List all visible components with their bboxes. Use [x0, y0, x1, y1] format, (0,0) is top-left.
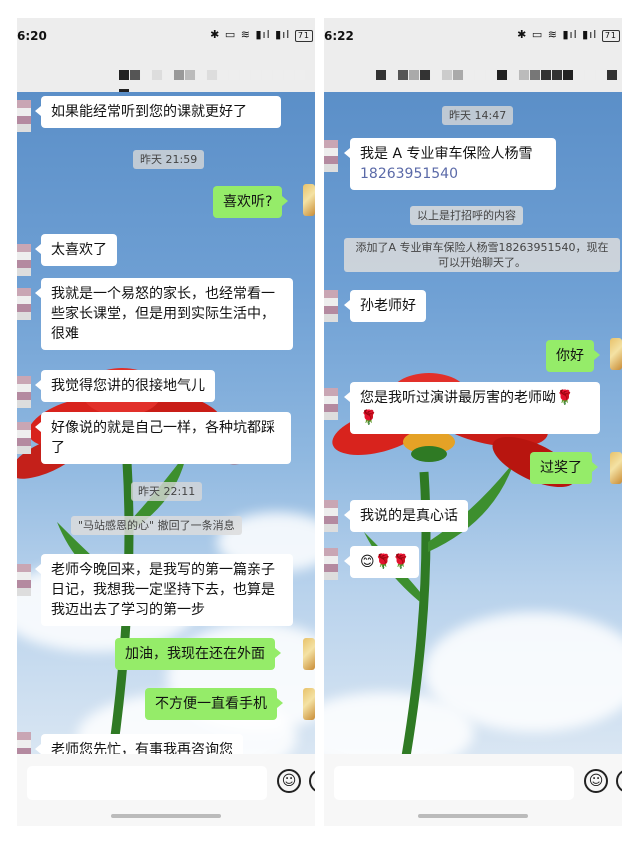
my-avatar[interactable] — [303, 638, 315, 670]
message-input[interactable] — [334, 766, 574, 800]
contact-avatar[interactable] — [17, 732, 31, 754]
message-bubble-outgoing[interactable]: 你好 — [546, 340, 600, 372]
status-icons: ✱ ▭ ≋ ▮ıl ▮ıl 71 — [210, 28, 313, 42]
message-bubble-incoming[interactable]: 孙老师好 — [344, 290, 426, 322]
contact-avatar[interactable] — [324, 548, 338, 580]
contact-avatar[interactable] — [17, 244, 31, 276]
chat-screen-right: 6:22 ✱ ▭ ≋ ▮ıl ▮ıl 71 昨天 14:47 我是 A 专业审车… — [324, 18, 622, 826]
my-avatar[interactable] — [303, 184, 315, 216]
message-bubble-outgoing[interactable]: 喜欢听? — [213, 186, 289, 218]
my-avatar[interactable] — [610, 338, 622, 370]
contact-avatar[interactable] — [17, 564, 31, 596]
contact-avatar[interactable] — [324, 388, 338, 420]
my-avatar[interactable] — [610, 452, 622, 484]
contact-avatar[interactable] — [17, 422, 31, 454]
timestamp: 昨天 22:11 — [131, 482, 203, 501]
status-bar: 6:22 ✱ ▭ ≋ ▮ıl ▮ıl 71 — [324, 18, 622, 56]
phone-number-link[interactable]: 18263951540 — [360, 166, 458, 182]
greeting-text: 我是 A 专业审车保险人杨雪 — [360, 146, 533, 162]
battery-icon: 71 — [294, 30, 313, 42]
message-input[interactable] — [27, 766, 267, 800]
system-notice: 添加了A 专业审车保险人杨雪18263951540，现在可以开始聊天了。 — [344, 238, 620, 272]
message-bubble-incoming[interactable]: 您是我听过演讲最厉害的老师呦🌹🌹 — [344, 382, 600, 434]
message-bubble-incoming[interactable]: 老师今晚回来，是我写的第一篇亲子日记，我想我一定坚持下去，也算是我迈出去了学习的… — [35, 554, 293, 626]
message-bubble-incoming[interactable]: 我就是一个易怒的家长，也经常看一些家长课堂，但是用到实际生活中，很难 — [35, 278, 293, 350]
plus-icon[interactable] — [309, 769, 315, 793]
my-avatar[interactable] — [303, 688, 315, 720]
message-bubble-incoming[interactable]: 太喜欢了 — [35, 234, 117, 266]
message-bubble-outgoing[interactable]: 过奖了 — [530, 452, 598, 484]
status-time: 6:20 — [17, 29, 47, 43]
contact-avatar[interactable] — [17, 376, 31, 408]
chat-screen-left: 6:20 ✱ ▭ ≋ ▮ıl ▮ıl 71 如果能经常听到您的课就更好了 昨天 … — [17, 18, 315, 826]
status-time: 6:22 — [324, 29, 354, 43]
message-bubble-incoming[interactable]: 我是 A 专业审车保险人杨雪 18263951540 — [344, 138, 556, 190]
home-indicator[interactable] — [418, 814, 528, 818]
pixelated-contact-name — [119, 65, 315, 99]
message-bubble-incoming[interactable]: 老师您先忙，有事我再咨询您 — [35, 734, 243, 754]
message-bubble-outgoing[interactable]: 不方便一直看手机 — [145, 688, 283, 720]
input-bar: ☺ — [324, 754, 622, 826]
timestamp: 昨天 14:47 — [442, 106, 514, 125]
bluetooth-wifi-signal-icon: ✱ ▭ ≋ ▮ıl ▮ıl — [517, 28, 598, 41]
chat-background: 昨天 14:47 我是 A 专业审车保险人杨雪 18263951540 以上是打… — [324, 92, 622, 754]
contact-avatar[interactable] — [324, 500, 338, 532]
status-icons: ✱ ▭ ≋ ▮ıl ▮ıl 71 — [517, 28, 620, 42]
home-indicator[interactable] — [111, 814, 221, 818]
message-bubble-incoming[interactable]: 😊🌹🌹 — [343, 546, 420, 578]
contact-avatar[interactable] — [324, 140, 338, 172]
message-bubble-outgoing[interactable]: 加油，我现在还在外面 — [115, 638, 281, 670]
battery-icon: 71 — [601, 30, 620, 42]
contact-avatar[interactable] — [324, 290, 338, 322]
chat-title-bar — [17, 56, 315, 99]
pixelated-contact-name — [376, 65, 618, 80]
chat-background: 如果能经常听到您的课就更好了 昨天 21:59 喜欢听? 太喜欢了 我就是一个易… — [17, 92, 315, 754]
system-notice: 以上是打招呼的内容 — [410, 206, 523, 225]
recall-notice: "马站感恩的心" 撤回了一条消息 — [71, 516, 242, 535]
plus-icon[interactable] — [616, 769, 622, 793]
timestamp: 昨天 21:59 — [133, 150, 205, 169]
input-bar: ☺ — [17, 754, 315, 826]
status-bar: 6:20 ✱ ▭ ≋ ▮ıl ▮ıl 71 — [17, 18, 315, 56]
message-bubble-incoming[interactable]: 如果能经常听到您的课就更好了 — [35, 96, 281, 128]
emoji-face-icon[interactable]: ☺ — [584, 769, 608, 793]
message-bubble-incoming[interactable]: 我觉得您讲的很接地气儿 — [35, 370, 215, 402]
contact-avatar[interactable] — [17, 288, 31, 320]
bluetooth-wifi-signal-icon: ✱ ▭ ≋ ▮ıl ▮ıl — [210, 28, 291, 41]
message-bubble-incoming[interactable]: 好像说的就是自己一样，各种坑都踩了 — [35, 412, 291, 464]
emoji-face-icon[interactable]: ☺ — [277, 769, 301, 793]
chat-title-bar — [324, 56, 622, 92]
contact-avatar[interactable] — [17, 100, 31, 132]
message-bubble-incoming[interactable]: 我说的是真心话 — [344, 500, 468, 532]
